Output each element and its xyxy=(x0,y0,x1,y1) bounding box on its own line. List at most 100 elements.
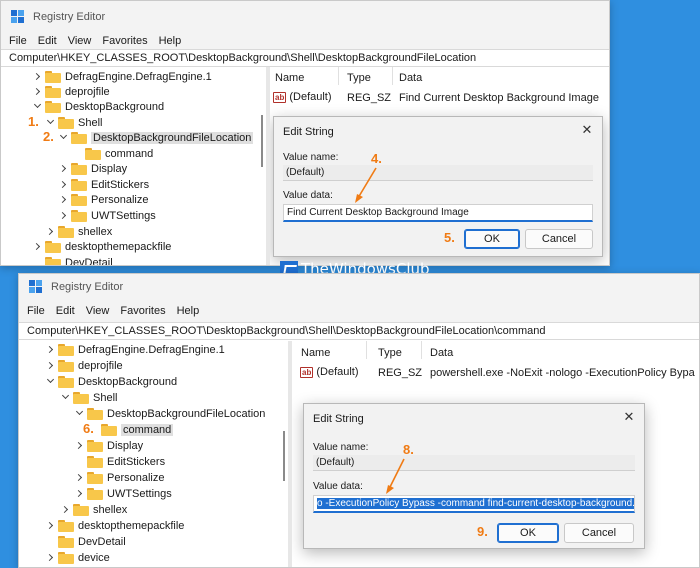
column-type[interactable]: Type xyxy=(378,347,402,359)
scrollbar-thumb[interactable] xyxy=(283,431,285,481)
chevron-right-icon[interactable] xyxy=(46,361,55,370)
tree-item-personalize[interactable]: Personalize xyxy=(59,192,148,207)
window-title: Registry Editor xyxy=(33,11,106,23)
column-data[interactable]: Data xyxy=(430,347,453,359)
panes: DefragEngine.DefragEngine.1 deprojfile D… xyxy=(1,67,609,265)
ok-button[interactable]: OK xyxy=(497,523,559,543)
chevron-right-icon[interactable] xyxy=(59,180,68,189)
address-bar[interactable]: Computer\HKEY_CLASSES_ROOT\DesktopBackgr… xyxy=(19,322,699,340)
chevron-down-icon[interactable] xyxy=(46,118,55,127)
chevron-right-icon[interactable] xyxy=(59,195,68,204)
menu-help[interactable]: Help xyxy=(159,35,182,47)
tree-item-display[interactable]: Display xyxy=(59,161,127,176)
tree-item-display[interactable]: Display xyxy=(75,438,143,453)
tree-item-editstickers[interactable]: EditStickers xyxy=(75,454,165,469)
chevron-right-icon[interactable] xyxy=(33,242,42,251)
menu-edit[interactable]: Edit xyxy=(56,305,75,317)
folder-icon xyxy=(87,439,103,452)
address-bar[interactable]: Computer\HKEY_CLASSES_ROOT\DesktopBackgr… xyxy=(1,49,609,67)
tree-scrollbar[interactable] xyxy=(279,341,288,567)
chevron-down-icon[interactable] xyxy=(61,393,70,402)
tree-item-shell[interactable]: Shell xyxy=(46,115,102,130)
chevron-right-icon[interactable] xyxy=(59,164,68,173)
value-row-default[interactable]: ab (Default) xyxy=(273,91,332,103)
scrollbar-thumb[interactable] xyxy=(261,115,263,167)
tree-item-desktopthemepackfile[interactable]: desktopthemepackfile xyxy=(33,239,171,254)
folder-icon xyxy=(87,471,103,484)
tree-item-desktopthemepackfile[interactable]: desktopthemepackfile xyxy=(46,518,184,533)
menu-file[interactable]: File xyxy=(27,305,45,317)
chevron-right-icon[interactable] xyxy=(46,521,55,530)
chevron-right-icon[interactable] xyxy=(46,553,55,562)
value-data: powershell.exe -NoExit -nologo -Executio… xyxy=(430,367,695,379)
close-icon[interactable]: ✕ xyxy=(580,123,594,137)
chevron-down-icon[interactable] xyxy=(59,133,68,142)
chevron-right-icon[interactable] xyxy=(75,473,84,482)
menu-favorites[interactable]: Favorites xyxy=(120,305,165,317)
menu-file[interactable]: File xyxy=(9,35,27,47)
chevron-right-icon[interactable] xyxy=(33,87,42,96)
chevron-down-icon[interactable] xyxy=(75,409,84,418)
menu-edit[interactable]: Edit xyxy=(38,35,57,47)
tree-item-shellex[interactable]: shellex xyxy=(61,502,127,517)
folder-icon xyxy=(58,375,74,388)
tree-item-defragengine[interactable]: DefragEngine.DefragEngine.1 xyxy=(46,342,225,357)
tree-item-desktopbackground[interactable]: DesktopBackground xyxy=(46,374,177,389)
title-bar[interactable]: Registry Editor xyxy=(1,1,609,33)
step-label: 4. xyxy=(371,151,382,166)
column-name[interactable]: Name xyxy=(301,347,330,359)
value-name-field: (Default) xyxy=(313,455,635,471)
chevron-right-icon[interactable] xyxy=(59,211,68,220)
menu-view[interactable]: View xyxy=(86,305,110,317)
column-type[interactable]: Type xyxy=(347,72,371,84)
tree-scrollbar[interactable] xyxy=(257,67,266,265)
tree-item-label: shellex xyxy=(78,225,113,238)
folder-icon xyxy=(71,131,87,144)
chevron-right-icon[interactable] xyxy=(46,345,55,354)
cancel-button[interactable]: Cancel xyxy=(525,229,593,249)
tree-item-command[interactable]: command xyxy=(73,146,153,161)
chevron-right-icon[interactable] xyxy=(75,441,84,450)
chevron-down-icon[interactable] xyxy=(46,377,55,386)
tree-item-label: Display xyxy=(91,162,128,175)
tree-item-desktopbackgroundfilelocation[interactable]: DesktopBackgroundFileLocation xyxy=(59,130,254,145)
cancel-button[interactable]: Cancel xyxy=(564,523,634,543)
tree-item-deprojfile[interactable]: deprojfile xyxy=(33,84,110,99)
folder-icon xyxy=(58,343,74,356)
close-icon[interactable]: ✕ xyxy=(622,410,636,424)
value-data-input[interactable]: Find Current Desktop Background Image xyxy=(283,204,593,222)
value-data-input[interactable]: o -ExecutionPolicy Bypass -command find-… xyxy=(313,495,635,513)
chevron-right-icon[interactable] xyxy=(33,72,42,81)
value-data-label: Value data: xyxy=(313,481,363,492)
tree-item-device[interactable]: device xyxy=(46,550,110,565)
tree-item-uwtsettings[interactable]: UWTSettings xyxy=(75,486,172,501)
folder-icon xyxy=(45,100,61,113)
tree-item-desktopbackgroundfilelocation[interactable]: DesktopBackgroundFileLocation xyxy=(75,406,265,421)
key-tree: DefragEngine.DefragEngine.1 deprojfile D… xyxy=(1,67,257,265)
chevron-right-icon[interactable] xyxy=(46,227,55,236)
folder-icon xyxy=(58,225,74,238)
tree-item-label: DesktopBackgroundFileLocation xyxy=(107,407,266,420)
column-data[interactable]: Data xyxy=(399,72,422,84)
menu-view[interactable]: View xyxy=(68,35,92,47)
menu-favorites[interactable]: Favorites xyxy=(102,35,147,47)
ok-button[interactable]: OK xyxy=(464,229,520,249)
column-name[interactable]: Name xyxy=(275,72,304,84)
chevron-right-icon[interactable] xyxy=(75,489,84,498)
tree-item-devdetail[interactable]: DevDetail xyxy=(33,255,113,265)
tree-item-shell[interactable]: Shell xyxy=(61,390,117,405)
chevron-down-icon[interactable] xyxy=(33,102,42,111)
title-bar[interactable]: Registry Editor xyxy=(19,274,699,300)
tree-item-uwtsettings[interactable]: UWTSettings xyxy=(59,208,156,223)
value-row-default[interactable]: ab (Default) xyxy=(300,366,359,378)
chevron-right-icon[interactable] xyxy=(61,505,70,514)
tree-item-deprojfile[interactable]: deprojfile xyxy=(46,358,123,373)
tree-item-shellex[interactable]: shellex xyxy=(46,224,112,239)
tree-item-desktopbackground[interactable]: DesktopBackground xyxy=(33,99,164,114)
tree-item-command[interactable]: command xyxy=(89,422,174,437)
tree-item-defragengine[interactable]: DefragEngine.DefragEngine.1 xyxy=(33,69,212,84)
menu-help[interactable]: Help xyxy=(177,305,200,317)
tree-item-personalize[interactable]: Personalize xyxy=(75,470,164,485)
tree-item-editstickers[interactable]: EditStickers xyxy=(59,177,149,192)
tree-item-devdetail[interactable]: DevDetail xyxy=(46,534,126,549)
